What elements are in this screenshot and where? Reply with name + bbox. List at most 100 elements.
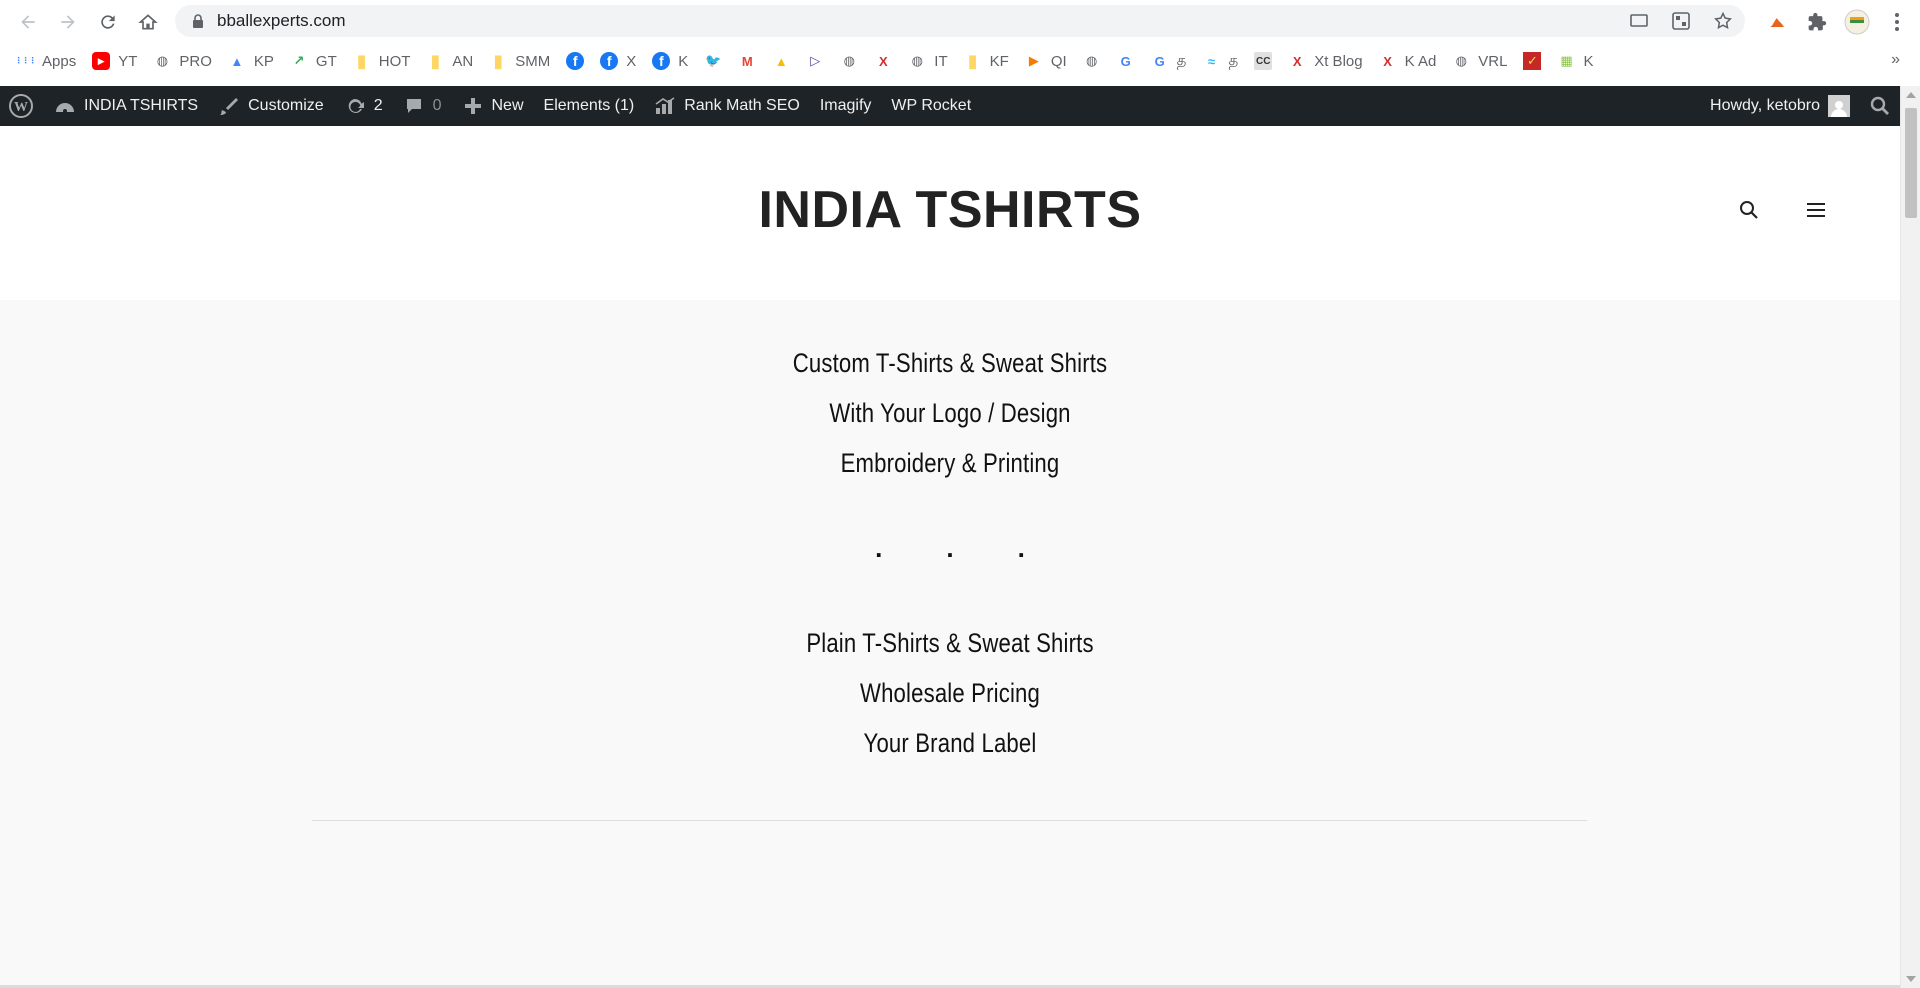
bookmarks-overflow-button[interactable]: » <box>1891 51 1900 69</box>
bookmark-label: KF <box>989 52 1009 70</box>
paintbrush-icon <box>218 95 240 117</box>
back-button[interactable] <box>8 0 48 43</box>
profile-avatar-icon[interactable] <box>1844 9 1870 35</box>
wordpress-logo-button[interactable]: W <box>0 86 44 126</box>
extension-flame-icon[interactable] <box>1764 9 1790 35</box>
hamburger-menu-icon <box>1807 203 1825 217</box>
home-icon <box>138 13 158 29</box>
address-bar[interactable]: bballexperts.com <box>175 5 1745 37</box>
arrow-left-icon <box>21 14 35 29</box>
arrow-right-icon <box>61 14 75 29</box>
header-search-button[interactable] <box>1737 198 1761 222</box>
new-content-button[interactable]: New <box>452 86 534 126</box>
bookmark-item[interactable]: X K Ad <box>1379 52 1436 70</box>
bookmark-label: PRO <box>179 52 212 70</box>
wordpress-logo-icon: W <box>9 94 33 118</box>
rank-math-button[interactable]: Rank Math SEO <box>644 86 810 126</box>
scroll-down-arrow-icon[interactable] <box>1906 976 1916 982</box>
bookmark-item[interactable]: ▮ KF <box>964 51 1009 71</box>
bookmark-item[interactable]: ▷ <box>806 52 824 70</box>
hero-line-logo: With Your Logo / Design <box>829 398 1071 428</box>
google-ads-icon: ▲ <box>230 53 244 69</box>
admin-search-button[interactable] <box>1860 86 1900 126</box>
bookmark-item[interactable]: ≈ த <box>1202 52 1238 71</box>
search-icon <box>1740 201 1758 219</box>
bookmark-item[interactable]: ◍ VRL <box>1452 52 1508 70</box>
browser-menu-icon[interactable] <box>1884 9 1910 35</box>
bookmark-item[interactable]: ◍ PRO <box>153 52 212 70</box>
bookmark-item[interactable]: ◍ <box>840 52 858 70</box>
reload-button[interactable] <box>88 0 128 43</box>
bookmark-item[interactable]: M <box>738 52 756 70</box>
bookmark-item[interactable]: ▲ KP <box>228 52 274 70</box>
cast-icon[interactable] <box>1627 9 1651 33</box>
dot-separator: . . . <box>0 533 1900 564</box>
scroll-up-arrow-icon[interactable] <box>1906 92 1916 98</box>
header-menu-button[interactable] <box>1804 198 1828 222</box>
wp-rocket-label: WP Rocket <box>891 97 972 114</box>
site-header: INDIA TSHIRTS <box>0 126 1900 300</box>
bookmark-label: KP <box>253 52 274 70</box>
wp-rocket-button[interactable]: WP Rocket <box>881 86 981 126</box>
youtube-icon: ▶ <box>92 52 111 70</box>
bookmark-item[interactable]: fX <box>600 52 636 70</box>
qr-code-icon[interactable] <box>1669 9 1693 33</box>
bookmark-label: HOT <box>378 52 411 70</box>
user-avatar-icon <box>1828 95 1850 117</box>
bookmark-label: த <box>1176 51 1187 69</box>
updates-refresh-icon <box>344 95 366 117</box>
reload-icon <box>101 14 115 29</box>
scroll-thumb[interactable] <box>1905 108 1917 218</box>
plus-icon <box>462 95 484 117</box>
bookmark-item[interactable]: X <box>874 52 892 70</box>
bookmark-item[interactable]: ▲ <box>772 52 790 70</box>
howdy-label: Howdy, ketobro <box>1710 97 1820 114</box>
bookmark-item[interactable]: ▶ QI <box>1025 52 1067 70</box>
forward-button[interactable] <box>48 0 88 43</box>
bookmark-label: த <box>1228 51 1239 69</box>
globe-icon: ◍ <box>843 53 855 68</box>
site-name-button[interactable]: INDIA TSHIRTS <box>44 86 208 126</box>
bookmark-label: X <box>626 52 637 70</box>
bookmark-item[interactable]: ◍ IT <box>908 52 948 70</box>
updates-button[interactable]: 2 <box>334 86 393 126</box>
account-menu[interactable]: Howdy, ketobro <box>1700 86 1860 126</box>
bookmark-item[interactable]: ▶ YT <box>92 52 137 70</box>
elements-button[interactable]: Elements (1) <box>534 86 645 126</box>
site-title[interactable]: INDIA TSHIRTS <box>0 180 1900 240</box>
customize-button[interactable]: Customize <box>208 86 334 126</box>
imagify-button[interactable]: Imagify <box>810 86 882 126</box>
comments-button[interactable]: 0 <box>393 86 452 126</box>
search-icon <box>1870 96 1889 115</box>
bookmark-item[interactable]: ▮ AN <box>426 51 473 71</box>
bookmark-star-icon[interactable] <box>1711 9 1735 33</box>
rank-math-label: Rank Math SEO <box>684 97 800 114</box>
image-icon: ▦ <box>1560 53 1573 68</box>
bookmark-item[interactable]: G <box>1117 52 1135 70</box>
wave-icon: ≈ <box>1207 53 1215 69</box>
bookmark-label: SMM <box>515 52 551 70</box>
rank-math-chart-icon <box>654 95 676 117</box>
twitter-icon: 🐦 <box>705 53 722 68</box>
bookmark-item[interactable]: f <box>566 52 585 70</box>
bookmark-item[interactable]: ▦ K <box>1557 52 1593 70</box>
home-button[interactable] <box>128 0 168 43</box>
bookmark-item[interactable]: X Xt Blog <box>1288 52 1363 70</box>
bookmark-item[interactable]: ✓ <box>1523 52 1542 70</box>
bookmark-item[interactable]: ▮ HOT <box>353 51 411 71</box>
bookmark-item[interactable]: ▮ SMM <box>489 51 551 71</box>
bookmark-item[interactable]: ◍ <box>1083 52 1101 70</box>
extensions-puzzle-icon[interactable] <box>1804 9 1830 35</box>
site-name-label: INDIA TSHIRTS <box>84 97 199 114</box>
updates-count: 2 <box>373 97 383 114</box>
bookmark-item[interactable]: fK <box>652 52 688 70</box>
bookmark-item[interactable]: ⋮⋮⋮ Apps <box>15 52 77 70</box>
dot: . <box>946 533 954 563</box>
google-ads-icon: ▲ <box>774 53 788 69</box>
bookmark-label: YT <box>118 52 138 70</box>
bookmark-item[interactable]: ↗ GT <box>290 52 336 70</box>
bookmark-item[interactable]: Gத <box>1151 52 1187 71</box>
bookmark-item[interactable]: CC <box>1254 52 1273 70</box>
page-scrollbar[interactable] <box>1900 86 1920 988</box>
bookmark-item[interactable]: 🐦 <box>704 52 722 70</box>
